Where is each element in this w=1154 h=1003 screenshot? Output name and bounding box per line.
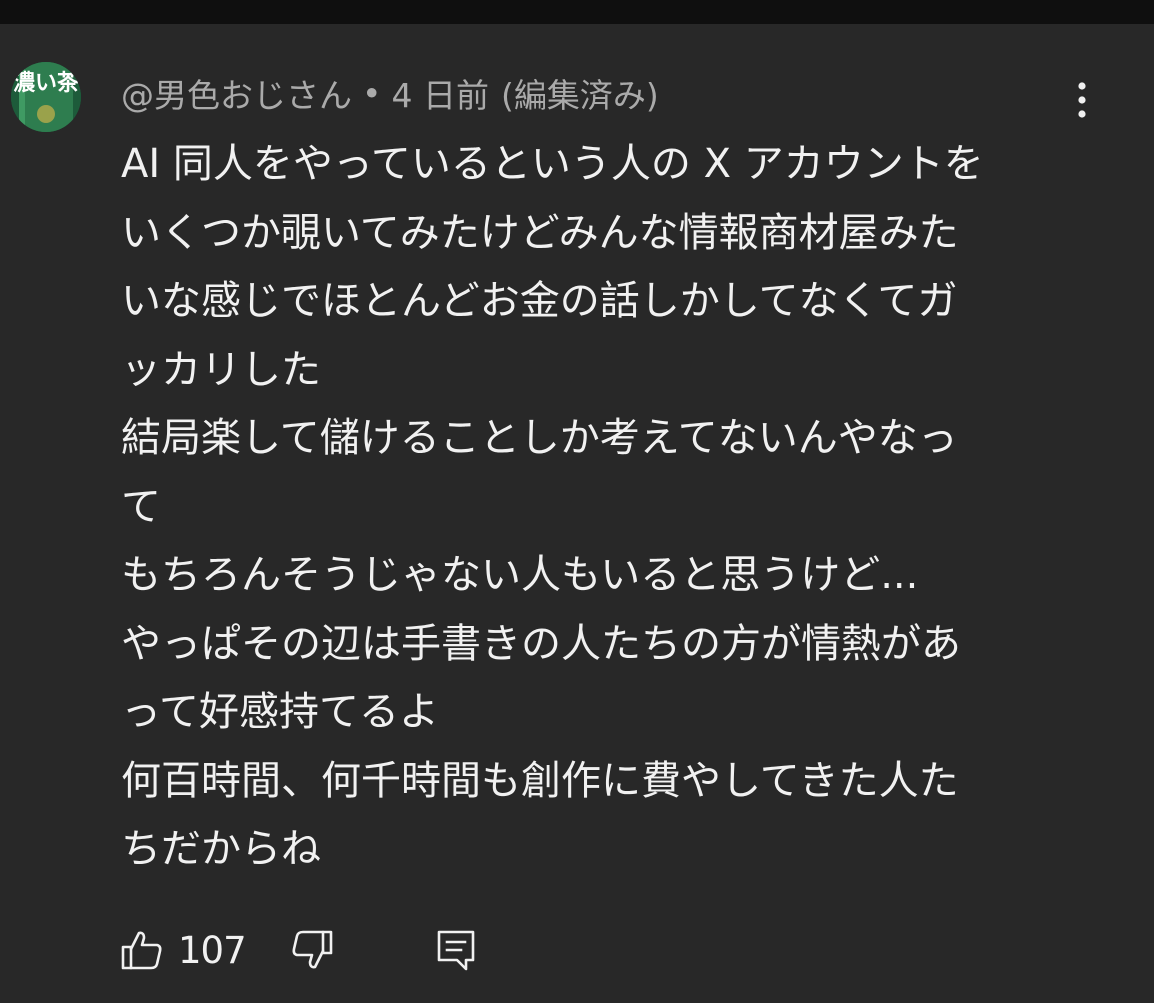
more-actions-button[interactable]	[1062, 80, 1102, 120]
thumbs-up-icon	[121, 931, 162, 970]
header-separator: •	[362, 73, 382, 113]
avatar[interactable]: 濃い茶	[11, 62, 81, 132]
reply-button[interactable]	[436, 928, 476, 972]
avatar-text-top: 濃い茶	[13, 71, 80, 96]
tea-can-avatar-icon: 濃い茶	[11, 62, 81, 132]
thumbs-down-icon	[292, 930, 332, 969]
comment-line: 結局楽して儲けることしか考えてないんやなっ	[121, 415, 958, 461]
edited-label: (編集済み)	[500, 76, 659, 115]
comment-line: いな感じでほとんどお金の話しかしてなくてガ	[121, 278, 958, 324]
author-name[interactable]: @男色おじさん	[121, 69, 352, 117]
comment-header: @男色おじさん • 4 日前 (編集済み)	[121, 70, 659, 116]
comment-actions: 107	[120, 922, 476, 978]
comment-line: ッカリした	[121, 346, 321, 393]
comment-line: AI 同人をやっているという人の X アカウントを	[121, 141, 984, 187]
reply-comment-icon	[437, 930, 474, 971]
comment-line: ちだからね	[121, 826, 321, 872]
comment-line: やっぱその辺は手書きの人たちの方が情熱があ	[121, 620, 961, 667]
comment-line: て	[121, 483, 161, 530]
timestamp[interactable]: 4 日前	[391, 69, 489, 117]
like-count: 107	[178, 928, 247, 972]
like-button[interactable]	[120, 928, 164, 972]
comment-line: いくつか覗いてみたけどみんな情報商材屋みた	[121, 209, 959, 256]
comment-line: って好感持てるよ	[121, 689, 439, 735]
top-bar	[0, 0, 1154, 24]
comment-line: もちろんそうじゃない人もいると思うけど...	[121, 552, 919, 598]
comment-text: AI 同人をやっているという人の X アカウントを いくつか覗いてみたけどみんな…	[121, 130, 1081, 884]
more-vert-icon	[1078, 82, 1086, 118]
dislike-button[interactable]	[290, 928, 334, 972]
comment-line: 何百時間、何千時間も創作に費やしてきた人た	[121, 757, 959, 804]
